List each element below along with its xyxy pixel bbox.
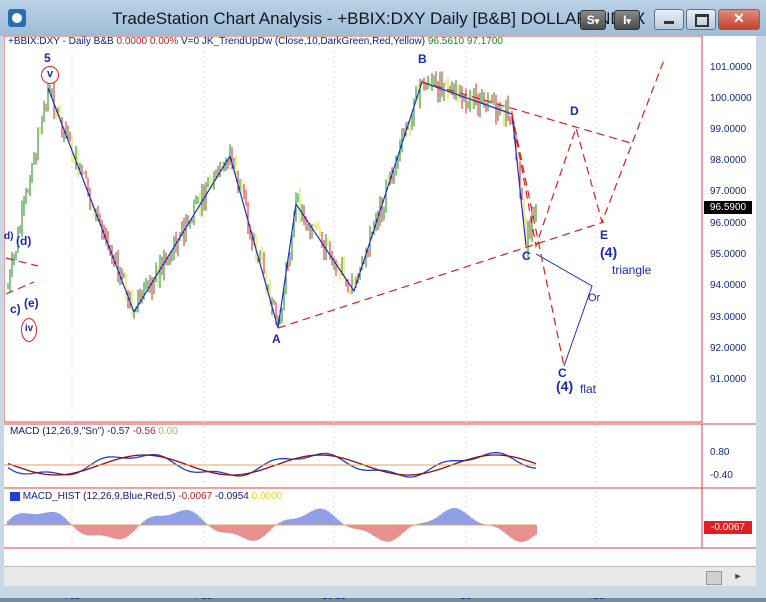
chart-area[interactable]: +BBIX:DXY - Daily B&B 0.0000 0.00% V=0 J…	[4, 36, 756, 602]
price-tick: 100.0000	[710, 93, 752, 104]
price-tick: 98.0000	[710, 155, 747, 166]
window-title: TradeStation Chart Analysis - +BBIX:DXY …	[112, 9, 646, 28]
wave-e-triangle-label: E	[600, 228, 609, 242]
triangle-label: triangle	[612, 263, 652, 277]
macd-tick: -0.40	[710, 470, 733, 481]
wave-c-label-primary: C	[522, 249, 531, 263]
title-bar: TradeStation Chart Analysis - +BBIX:DXY …	[0, 0, 766, 36]
wave-5-label: 5	[44, 51, 51, 65]
left-trendline-upper	[5, 257, 39, 267]
wave-d-triangle-label: D	[570, 104, 579, 118]
wave-v-label: v	[41, 66, 59, 84]
wave-d-partial-label: d)	[4, 231, 14, 242]
minimize-button[interactable]	[654, 9, 684, 30]
wave-count-line	[47, 81, 527, 329]
wave-b-label: B	[418, 52, 427, 66]
indicator-menu-button[interactable]: I▾	[614, 10, 640, 30]
hist-color-icon	[10, 491, 20, 501]
last-price-marker: 96.5900	[704, 201, 752, 214]
price-tick: 92.0000	[710, 343, 747, 354]
wave-e-label: (e)	[24, 296, 39, 310]
or-label: Or	[588, 292, 601, 304]
price-tick: 95.0000	[710, 249, 747, 260]
maximize-button[interactable]	[686, 9, 716, 30]
projection-lines	[5, 59, 665, 367]
flat-label: flat	[580, 382, 597, 396]
date-gridlines	[71, 36, 597, 548]
triangle-upper-trendline	[421, 81, 635, 145]
status-bar	[0, 586, 766, 598]
horizontal-scrollbar[interactable]: ►	[4, 566, 756, 587]
app-window: TradeStation Chart Analysis - +BBIX:DXY …	[0, 0, 766, 602]
wave-4-flat-label: (4)	[556, 378, 574, 394]
maximize-icon	[695, 14, 709, 27]
price-tick: 99.0000	[710, 124, 747, 135]
triangle-lower-trendline	[277, 221, 605, 329]
wave-d-label: (d)	[16, 234, 32, 248]
wave-c-label: c)	[10, 302, 21, 316]
price-header: +BBIX:DXY - Daily B&B 0.0000 0.00% V=0 J…	[8, 36, 503, 47]
price-tick: 91.0000	[710, 374, 747, 385]
price-chart[interactable]	[4, 36, 756, 566]
triangle-path	[511, 59, 665, 249]
flat-path	[511, 113, 565, 367]
macd-tick: 0.80	[710, 447, 730, 458]
macd-header: MACD (12,26,9,"Sn") -0.57 -0.56 0.00	[10, 426, 178, 437]
price-panel-border	[4, 36, 703, 423]
price-tick: 96.0000	[710, 218, 747, 229]
wave-a-label: A	[272, 332, 281, 346]
scroll-right-icon[interactable]: ►	[732, 571, 744, 583]
price-tick: 101.0000	[710, 62, 752, 73]
price-tick: 97.0000	[710, 186, 747, 197]
price-tick: 94.0000	[710, 280, 747, 291]
tradestation-logo-icon	[8, 9, 26, 27]
close-icon: ✕	[733, 10, 745, 26]
hist-last-marker: -0.0067	[704, 521, 752, 534]
symbol-menu-button[interactable]: S▾	[580, 10, 606, 30]
price-bars	[7, 71, 537, 326]
price-tick: 93.0000	[710, 312, 747, 323]
close-button[interactable]: ✕	[718, 9, 760, 30]
hist-header: MACD_HIST (12,26,9,Blue,Red,5) -0.0067 -…	[10, 491, 282, 502]
wave-4-triangle-label: (4)	[600, 244, 618, 260]
wave-iv-label: iv	[21, 318, 37, 342]
scroll-thumb[interactable]	[706, 571, 722, 585]
minimize-icon	[664, 21, 674, 24]
